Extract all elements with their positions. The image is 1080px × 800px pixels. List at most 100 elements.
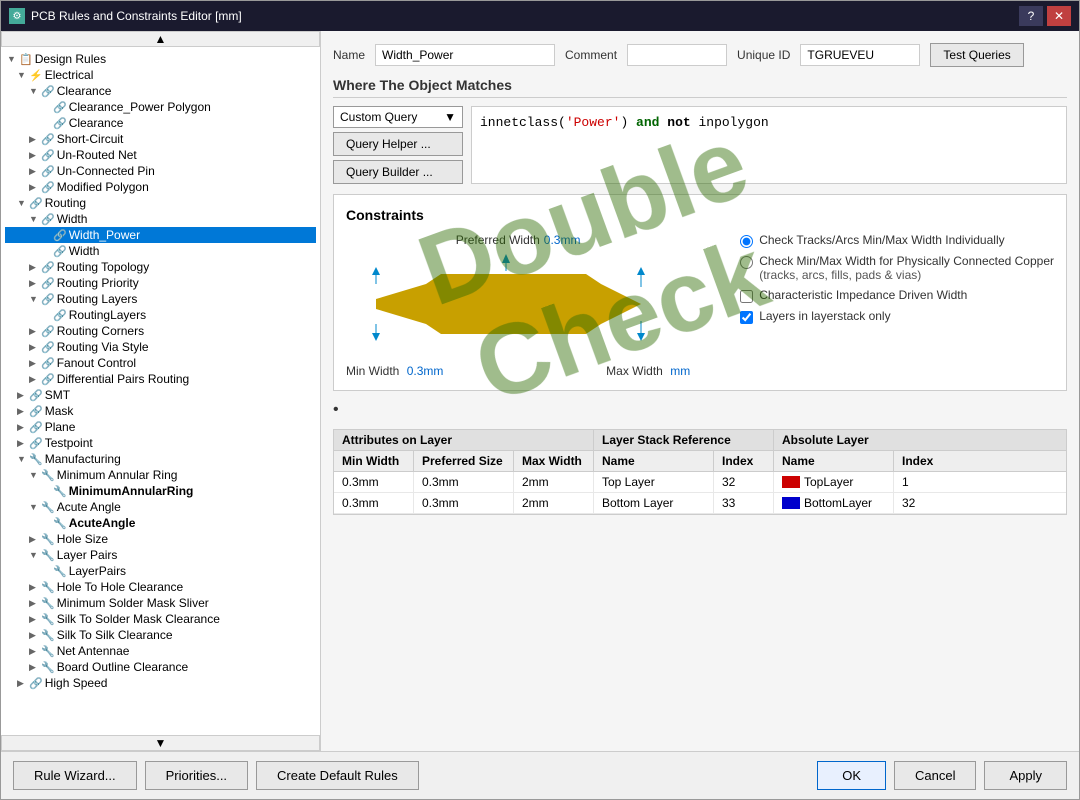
- custom-query-dropdown[interactable]: Custom Query ▼: [333, 106, 463, 128]
- comment-input[interactable]: [627, 44, 727, 66]
- query-builder-button[interactable]: Query Builder ...: [333, 160, 463, 184]
- title-bar-left: ⚙ PCB Rules and Constraints Editor [mm]: [9, 8, 242, 24]
- query-controls: Custom Query ▼ Query Helper ... Query Bu…: [333, 106, 463, 184]
- tree-item-clearance2[interactable]: 🔗 Clearance: [5, 115, 316, 131]
- tree-item-design-rules[interactable]: ▼ 📋 Design Rules: [5, 51, 316, 67]
- name-input[interactable]: [375, 44, 555, 66]
- check1-row: Characteristic Impedance Driven Width: [740, 288, 1054, 303]
- cell-name-2: Bottom Layer: [594, 493, 714, 513]
- tree-item-hole-clearance[interactable]: ▶ 🔧 Hole To Hole Clearance: [5, 579, 316, 595]
- tree-item-routing-topology[interactable]: ▶ 🔗 Routing Topology: [5, 259, 316, 275]
- tree-item-layer-pairs-sub[interactable]: 🔧 LayerPairs: [5, 563, 316, 579]
- scroll-up-btn[interactable]: ▲: [1, 31, 320, 47]
- tree-item-unconnected-pin[interactable]: ▶ 🔗 Un-Connected Pin: [5, 163, 316, 179]
- cancel-button[interactable]: Cancel: [894, 761, 976, 790]
- top-layer-color: [782, 476, 800, 488]
- title-bar-controls: ? ✕: [1019, 6, 1071, 26]
- tree-item-routing-layers[interactable]: ▼ 🔗 Routing Layers: [5, 291, 316, 307]
- col-index-stack: Index: [714, 451, 774, 471]
- tree-item-acute-angle-sub[interactable]: 🔧 AcuteAngle: [5, 515, 316, 531]
- cell-abs-name-2: BottomLayer: [774, 493, 894, 513]
- tree-item-high-speed[interactable]: ▶ 🔗 High Speed: [5, 675, 316, 691]
- tree-item-routing[interactable]: ▼ 🔗 Routing: [5, 195, 316, 211]
- header-absolute: Absolute Layer: [774, 430, 954, 450]
- col-max-width: Max Width: [514, 451, 594, 471]
- test-queries-button[interactable]: Test Queries: [930, 43, 1023, 67]
- where-section: Where The Object Matches Custom Query ▼ …: [333, 77, 1067, 184]
- min-width-group: Min Width 0.3mm: [346, 364, 443, 378]
- tree-item-routing-corners[interactable]: ▶ 🔗 Routing Corners: [5, 323, 316, 339]
- tree-item-testpoint[interactable]: ▶ 🔗 Testpoint: [5, 435, 316, 451]
- impedance-checkbox[interactable]: [740, 290, 753, 303]
- app-icon: ⚙: [9, 8, 25, 24]
- tree-view: ▼ 📋 Design Rules ▼ ⚡ Electrical ▼ 🔗 Clea…: [1, 47, 320, 735]
- radio2-label: Check Min/Max Width for Physically Conne…: [759, 254, 1054, 268]
- tree-item-silk-silk[interactable]: ▶ 🔧 Silk To Silk Clearance: [5, 627, 316, 643]
- apply-button[interactable]: Apply: [984, 761, 1067, 790]
- uid-input[interactable]: [800, 44, 920, 66]
- query-editor[interactable]: innetclass('Power') and not inpolygon: [471, 106, 1067, 184]
- min-width-label: Min Width: [346, 364, 399, 378]
- tree-item-board-outline[interactable]: ▶ 🔧 Board Outline Clearance: [5, 659, 316, 675]
- tree-item-width2[interactable]: 🔗 Width: [5, 243, 316, 259]
- help-button[interactable]: ?: [1019, 6, 1043, 26]
- scroll-down-btn[interactable]: ▼: [1, 735, 320, 751]
- tree-item-plane[interactable]: ▶ 🔗 Plane: [5, 419, 316, 435]
- query-row: Custom Query ▼ Query Helper ... Query Bu…: [333, 106, 1067, 184]
- track-svg: [346, 249, 666, 359]
- tree-item-min-solder[interactable]: ▶ 🔧 Minimum Solder Mask Sliver: [5, 595, 316, 611]
- tree-item-width-power[interactable]: 🔗 Width_Power: [5, 227, 316, 243]
- header-attributes: Attributes on Layer: [334, 430, 594, 450]
- tree-item-width[interactable]: ▼ 🔗 Width: [5, 211, 316, 227]
- col-pref-size: Preferred Size: [414, 451, 514, 471]
- tree-item-routing-layers-sub[interactable]: 🔗 RoutingLayers: [5, 307, 316, 323]
- tree-item-net-antennae[interactable]: ▶ 🔧 Net Antennae: [5, 643, 316, 659]
- tree-item-clearance[interactable]: ▼ 🔗 Clearance: [5, 83, 316, 99]
- main-window: ⚙ PCB Rules and Constraints Editor [mm] …: [0, 0, 1080, 800]
- tree-item-acute-angle[interactable]: ▼ 🔧 Acute Angle: [5, 499, 316, 515]
- tree-item-routing-priority[interactable]: ▶ 🔗 Routing Priority: [5, 275, 316, 291]
- tree-item-min-annular-sub[interactable]: 🔧 MinimumAnnularRing: [5, 483, 316, 499]
- check2-row: Layers in layerstack only: [740, 309, 1054, 324]
- close-button[interactable]: ✕: [1047, 6, 1071, 26]
- query-helper-button[interactable]: Query Helper ...: [333, 132, 463, 156]
- col-name-abs: Name: [774, 451, 894, 471]
- bottom-left-buttons: Rule Wizard... Priorities... Create Defa…: [13, 761, 419, 790]
- tree-item-layer-pairs[interactable]: ▼ 🔧 Layer Pairs: [5, 547, 316, 563]
- code-part-5: not: [667, 115, 690, 130]
- rule-wizard-button[interactable]: Rule Wizard...: [13, 761, 137, 790]
- cell-pref-1: 0.3mm: [414, 472, 514, 492]
- main-content: ▲ ▼ 📋 Design Rules ▼ ⚡ Electrical ▼ 🔗 Cl…: [1, 31, 1079, 751]
- tree-item-diff-pairs[interactable]: ▶ 🔗 Differential Pairs Routing: [5, 371, 316, 387]
- tree-item-clearance-power[interactable]: 🔗 Clearance_Power Polygon: [5, 99, 316, 115]
- ok-button[interactable]: OK: [817, 761, 886, 790]
- cell-abs-name-1: TopLayer: [774, 472, 894, 492]
- code-part-1: innetclass(: [480, 115, 566, 130]
- tree-item-unrouted-net[interactable]: ▶ 🔗 Un-Routed Net: [5, 147, 316, 163]
- tree-item-smt[interactable]: ▶ 🔗 SMT: [5, 387, 316, 403]
- tree-item-routing-via[interactable]: ▶ 🔗 Routing Via Style: [5, 339, 316, 355]
- expander[interactable]: ▼: [7, 54, 19, 64]
- priorities-button[interactable]: Priorities...: [145, 761, 248, 790]
- bottom-right-buttons: OK Cancel Apply: [817, 761, 1067, 790]
- tree-item-min-annular[interactable]: ▼ 🔧 Minimum Annular Ring: [5, 467, 316, 483]
- radio2-input[interactable]: [740, 256, 753, 269]
- tree-item-silk-solder[interactable]: ▶ 🔧 Silk To Solder Mask Clearance: [5, 611, 316, 627]
- tree-item-electrical[interactable]: ▼ ⚡ Electrical: [5, 67, 316, 83]
- radio1-input[interactable]: [740, 235, 753, 248]
- tree-item-hole-size[interactable]: ▶ 🔧 Hole Size: [5, 531, 316, 547]
- tree-item-mask[interactable]: ▶ 🔗 Mask: [5, 403, 316, 419]
- tree-item-fanout[interactable]: ▶ 🔗 Fanout Control: [5, 355, 316, 371]
- uid-label: Unique ID: [737, 48, 790, 62]
- check2-label: Layers in layerstack only: [759, 309, 890, 323]
- max-width-group: Max Width mm: [606, 364, 690, 378]
- check1-label: Characteristic Impedance Driven Width: [759, 288, 967, 302]
- tree-item-short-circuit[interactable]: ▶ 🔗 Short-Circuit: [5, 131, 316, 147]
- layerstack-checkbox[interactable]: [740, 311, 753, 324]
- tree-item-modified-polygon[interactable]: ▶ 🔗 Modified Polygon: [5, 179, 316, 195]
- cell-min-2: 0.3mm: [334, 493, 414, 513]
- window-title: PCB Rules and Constraints Editor [mm]: [31, 9, 242, 23]
- create-default-button[interactable]: Create Default Rules: [256, 761, 419, 790]
- tree-item-manufacturing[interactable]: ▼ 🔧 Manufacturing: [5, 451, 316, 467]
- max-width-value: mm: [670, 364, 690, 378]
